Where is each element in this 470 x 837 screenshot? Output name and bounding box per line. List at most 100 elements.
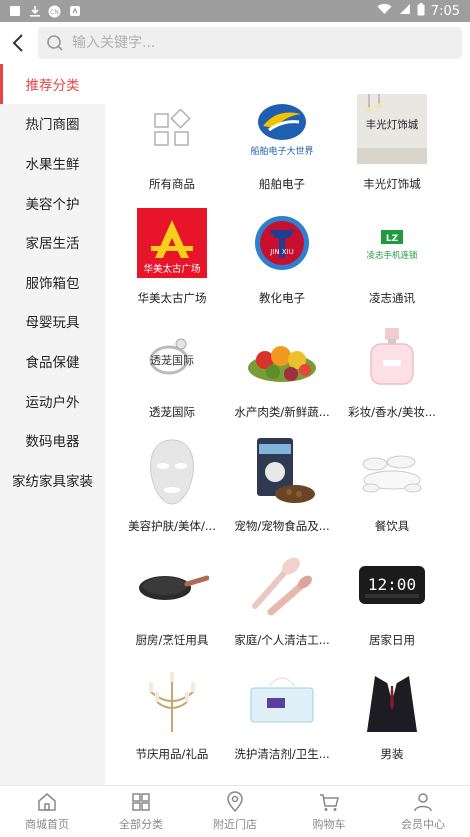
category-sidebar: 推荐分类 热门商圈 水果生鲜 美容个护 家居生活 服饰箱包 母婴玩具 食品保健 … bbox=[0, 64, 105, 785]
tab-member-center[interactable]: 会员中心 bbox=[376, 786, 470, 837]
category-item-lingzhi-telecom[interactable]: LZ 凌志手机连锁 凌志通讯 bbox=[337, 206, 447, 306]
category-label: 华美太古广场 bbox=[137, 291, 207, 305]
sidebar-item-fresh-fruit[interactable]: 水果生鲜 bbox=[0, 143, 105, 183]
sidebar-item-label: 热门商圈 bbox=[25, 117, 80, 134]
search-box[interactable] bbox=[38, 27, 462, 59]
category-label: 彩妆/香水/美妆... bbox=[348, 405, 436, 419]
cn-badge-icon: CN bbox=[48, 5, 61, 18]
top-bar bbox=[0, 22, 470, 64]
sidebar-item-label: 家纺家具家装 bbox=[12, 473, 93, 490]
category-label: 厨房/烹饪用具 bbox=[135, 633, 209, 647]
pet-food-image bbox=[245, 434, 319, 508]
tab-label: 商城首页 bbox=[25, 818, 69, 831]
tab-all-categories[interactable]: 全部分类 bbox=[94, 786, 188, 837]
grid-icon bbox=[154, 109, 191, 146]
category-label: 餐饮具 bbox=[374, 519, 410, 533]
sidebar-item-textiles-furniture[interactable]: 家纺家具家装 bbox=[0, 460, 105, 500]
toulong-ring-image: 透茏国际 bbox=[135, 320, 209, 394]
sidebar-item-label: 推荐分类 bbox=[25, 77, 80, 94]
cleaning-brush-image bbox=[245, 548, 319, 622]
category-label: 家庭/个人清洁工... bbox=[234, 633, 330, 647]
category-item-home-daily[interactable]: 12:00 居家日用 bbox=[337, 548, 447, 648]
category-item-huamei-taigu-plaza[interactable]: 华美太古广场 华美太古广场 bbox=[117, 206, 227, 306]
category-item-tableware[interactable]: 餐饮具 bbox=[337, 434, 447, 534]
face-mask-image bbox=[135, 434, 209, 508]
tissue-box-image bbox=[245, 662, 319, 736]
bottom-tab-bar: 商城首页 全部分类 附近门店 购物车 会员中心 bbox=[0, 785, 470, 837]
sidebar-item-food-health[interactable]: 食品保健 bbox=[0, 341, 105, 381]
category-item-ship-electronics[interactable]: 船舶电子大世界 船舶电子 bbox=[227, 92, 337, 192]
candelabra-image bbox=[135, 662, 209, 736]
all-products-thumb bbox=[135, 92, 209, 166]
sidebar-item-hot-districts[interactable]: 热门商圈 bbox=[0, 104, 105, 144]
ship-electronics-logo: 船舶电子大世界 bbox=[245, 92, 319, 166]
category-item-skincare-body[interactable]: 美容护肤/美体/... bbox=[117, 434, 227, 534]
cart-icon bbox=[320, 794, 339, 811]
category-item-menswear[interactable]: 男装 bbox=[337, 662, 447, 762]
user-icon bbox=[414, 793, 432, 812]
app-notification-icon bbox=[68, 5, 81, 18]
sidebar-item-label: 数码电器 bbox=[25, 434, 80, 451]
sidebar-item-label: 母婴玩具 bbox=[25, 315, 80, 332]
home-icon bbox=[38, 793, 56, 811]
digital-clock-image: 12:00 bbox=[355, 548, 429, 622]
category-label: 透茏国际 bbox=[149, 405, 195, 419]
tab-nearby-stores[interactable]: 附近门店 bbox=[188, 786, 282, 837]
tab-shopping-cart[interactable]: 购物车 bbox=[282, 786, 376, 837]
huamei-plaza-logo: 华美太古广场 bbox=[135, 206, 209, 280]
category-item-toulong-international[interactable]: 透茏国际 透茏国际 bbox=[117, 320, 227, 420]
category-item-detergent-hygiene[interactable]: 洗护清洁剂/卫生... bbox=[227, 662, 337, 762]
category-item-festival-gifts[interactable]: 节庆用品/礼品 bbox=[117, 662, 227, 762]
sidebar-item-label: 美容个护 bbox=[25, 196, 80, 213]
category-label: 水产肉类/新鲜蔬... bbox=[234, 405, 330, 419]
category-item-cosmetics-perfume[interactable]: 彩妆/香水/美妆... bbox=[337, 320, 447, 420]
download-icon bbox=[28, 5, 41, 18]
category-label: 宠物/宠物食品及... bbox=[234, 519, 330, 533]
status-bar: CN 7:05 bbox=[0, 0, 470, 22]
category-label: 节庆用品/礼品 bbox=[135, 747, 209, 761]
tab-label: 附近门店 bbox=[213, 818, 257, 831]
category-label: 凌志通讯 bbox=[369, 291, 415, 305]
frying-pan-image bbox=[135, 548, 209, 622]
huamei-logo-text: 华美太古广场 bbox=[143, 263, 200, 275]
category-item-all-products[interactable]: 所有商品 bbox=[117, 92, 227, 192]
lingzhi-logo-text: 凌志手机连锁 bbox=[366, 250, 418, 261]
category-item-pet-food[interactable]: 宠物/宠物食品及... bbox=[227, 434, 337, 534]
category-item-seafood-meat-vegetables[interactable]: 水产肉类/新鲜蔬... bbox=[227, 320, 337, 420]
sidebar-item-baby-toys[interactable]: 母婴玩具 bbox=[0, 302, 105, 342]
sidebar-item-sports-outdoor[interactable]: 运动户外 bbox=[0, 381, 105, 421]
wifi-icon bbox=[377, 3, 392, 19]
fengguang-lighting-logo: 丰光灯饰城 bbox=[355, 92, 429, 166]
category-item-jiaohua-electronics[interactable]: JIN XIU 教化电子 bbox=[227, 206, 337, 306]
sidebar-item-beauty-care[interactable]: 美容个护 bbox=[0, 183, 105, 223]
sidebar-item-home-living[interactable]: 家居生活 bbox=[0, 222, 105, 262]
back-button[interactable] bbox=[0, 22, 36, 64]
fengguang-logo-text: 丰光灯饰城 bbox=[366, 118, 419, 131]
category-item-household-cleaning[interactable]: 家庭/个人清洁工... bbox=[227, 548, 337, 648]
sidebar-item-digital-appliances[interactable]: 数码电器 bbox=[0, 420, 105, 460]
sidebar-item-recommended[interactable]: 推荐分类 bbox=[0, 64, 105, 104]
notification-square-icon bbox=[8, 5, 21, 18]
category-item-kitchen-cookware[interactable]: 厨房/烹饪用具 bbox=[117, 548, 227, 648]
jinxiu-logo-text: JIN XIU bbox=[269, 248, 294, 256]
battery-icon bbox=[417, 2, 425, 20]
jinxiu-logo: JIN XIU bbox=[245, 206, 319, 280]
ship-electronics-logo-text: 船舶电子大世界 bbox=[250, 145, 313, 157]
category-item-fengguang-lighting[interactable]: 丰光灯饰城 丰光灯饰城 bbox=[337, 92, 447, 192]
tab-label: 全部分类 bbox=[119, 818, 163, 831]
sidebar-item-label: 食品保健 bbox=[25, 354, 80, 371]
category-label: 船舶电子 bbox=[259, 177, 305, 191]
sidebar-item-apparel-bags[interactable]: 服饰箱包 bbox=[0, 262, 105, 302]
toulong-logo-text: 透茏国际 bbox=[150, 354, 194, 367]
tab-mall-home[interactable]: 商城首页 bbox=[0, 786, 94, 837]
suit-image bbox=[355, 662, 429, 736]
search-input[interactable] bbox=[70, 34, 434, 52]
status-time: 7:05 bbox=[430, 3, 460, 19]
tab-label: 购物车 bbox=[312, 818, 346, 831]
category-grid: 所有商品 船舶电子大世界 船舶电子 丰光灯饰城 丰光灯饰城 华美太古广场 华美太… bbox=[105, 64, 470, 762]
category-label: 洗护清洁剂/卫生... bbox=[234, 747, 330, 761]
category-label: 丰光灯饰城 bbox=[363, 177, 421, 191]
svg-text:LZ: LZ bbox=[386, 234, 399, 244]
signal-icon bbox=[398, 3, 411, 19]
sidebar-item-label: 水果生鲜 bbox=[25, 156, 80, 173]
